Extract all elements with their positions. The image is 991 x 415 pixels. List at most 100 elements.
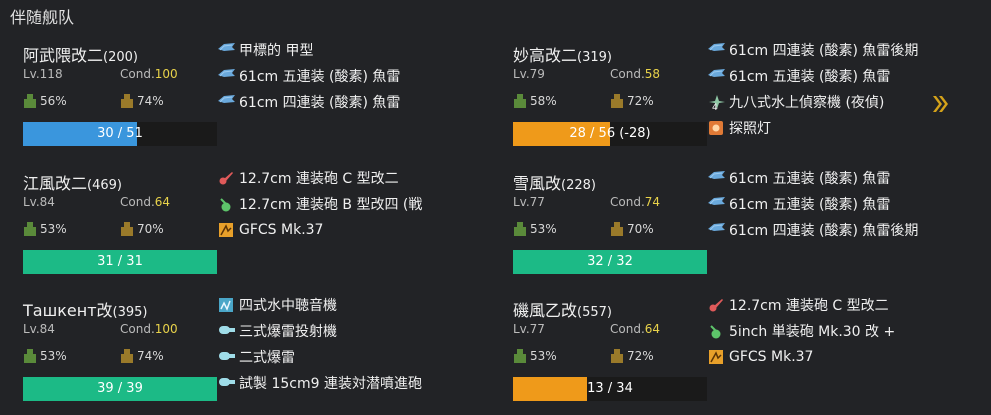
fleet-title: 伴随舰队 <box>10 8 75 27</box>
equipment-slot[interactable]: 4 九八式水上偵察機 (夜偵) <box>708 92 885 113</box>
equipment-name: 61cm 四連装 (酸素) 魚雷後期 <box>729 223 919 239</box>
fuel-icon <box>513 348 527 364</box>
equipment-slot[interactable]: 二式爆雷 <box>218 347 295 367</box>
equipment-slot[interactable]: 12.7cm 連装砲 B 型改四 (戦 <box>218 194 422 214</box>
green-gun-icon <box>218 196 236 212</box>
hp-text: 31 / 31 <box>97 254 143 269</box>
equipment-slot[interactable]: GFCS Mk.37 <box>708 347 813 367</box>
ammo-icon <box>120 221 134 237</box>
hp-text: 32 / 32 <box>587 254 633 269</box>
double-chevron-right-icon[interactable] <box>932 95 948 118</box>
torpedo-icon <box>218 94 236 110</box>
ship-id: (319) <box>577 50 612 65</box>
ship-card[interactable]: 磯風乙改(557) Lv.77 Cond.64 53% 72% 13 / 34 12.7cm… <box>500 295 980 415</box>
ship-name: 阿武隈改二(200) <box>23 46 138 65</box>
proficiency-badge: 4 <box>712 103 718 113</box>
hp-bar: 28 / 56 (-28) <box>513 122 707 146</box>
equipment-slot[interactable]: 61cm 四連装 (酸素) 魚雷後期 <box>708 220 918 240</box>
equipment-slot[interactable]: 61cm 四連装 (酸素) 魚雷後期 <box>708 40 918 60</box>
ship-condition: Cond.74 <box>610 195 661 209</box>
fuel-icon <box>23 93 37 109</box>
fuel-icon <box>513 93 527 109</box>
fuel-status: 56% <box>23 93 67 109</box>
equipment-name: 61cm 五連装 (酸素) 魚雷 <box>239 69 401 85</box>
hp-text: 13 / 34 <box>587 381 633 396</box>
ship-condition: Cond.100 <box>120 322 178 336</box>
ship-level: Lv.79 <box>513 67 545 81</box>
equipment-name: 二式爆雷 <box>239 350 295 366</box>
ship-name: 江風改二(469) <box>23 174 122 193</box>
equipment-slot[interactable]: 12.7cm 連装砲 C 型改二 <box>708 295 889 315</box>
equipment-name: 九八式水上偵察機 (夜偵) <box>729 95 885 111</box>
torpedo-icon <box>708 222 726 238</box>
ammo-status: 70% <box>120 221 164 237</box>
ship-name: 雪風改(228) <box>513 174 596 193</box>
torpedo-icon <box>708 68 726 84</box>
torpedo-icon <box>708 196 726 212</box>
ship-condition: Cond.100 <box>120 67 178 81</box>
ship-card[interactable]: 雪風改(228) Lv.77 Cond.74 53% 70% 32 / 32 61cm 五連… <box>500 168 980 288</box>
equipment-slot[interactable]: 12.7cm 連装砲 C 型改二 <box>218 168 399 188</box>
hp-text: 30 / 51 <box>97 126 143 141</box>
equipment-name: GFCS Mk.37 <box>239 222 324 238</box>
equipment-slot[interactable]: 61cm 五連装 (酸素) 魚雷 <box>708 194 890 214</box>
fuel-icon <box>513 221 527 237</box>
equipment-slot[interactable]: 5inch 単装砲 Mk.30 改 + <box>708 321 895 341</box>
ammo-status: 74% <box>120 348 164 364</box>
equipment-slot[interactable]: 61cm 五連装 (酸素) 魚雷 <box>708 168 890 188</box>
ship-card[interactable]: 妙高改二(319) Lv.79 Cond.58 58% 72% 28 / 56 (-28)… <box>500 40 980 160</box>
ship-id: (200) <box>103 50 138 65</box>
equipment-slot[interactable]: 探照灯 <box>708 118 771 138</box>
equipment-name: 三式爆雷投射機 <box>239 324 337 340</box>
depth-charge-icon <box>218 323 236 339</box>
fuel-status: 53% <box>23 221 67 237</box>
searchlight-icon <box>708 120 726 136</box>
hp-bar: 39 / 39 <box>23 377 217 401</box>
ship-id: (469) <box>87 178 122 193</box>
equipment-slot[interactable]: 61cm 五連装 (酸素) 魚雷 <box>218 66 400 86</box>
equipment-slot[interactable]: 四式水中聴音機 <box>218 295 337 315</box>
hp-bar: 30 / 51 <box>23 122 217 146</box>
ship-id: (395) <box>112 305 148 320</box>
ammo-icon <box>120 348 134 364</box>
ship-level: Lv.84 <box>23 195 55 209</box>
equipment-slot[interactable]: 甲標的 甲型 <box>218 40 313 60</box>
equipment-slot[interactable]: 61cm 五連装 (酸素) 魚雷 <box>708 66 890 86</box>
ammo-icon <box>610 93 624 109</box>
green-gun-icon <box>708 323 726 339</box>
equipment-slot[interactable]: 試製 15cm9 連装対潜噴進砲 <box>218 373 422 393</box>
hp-bar: 31 / 31 <box>23 250 217 274</box>
ship-level: Lv.77 <box>513 195 545 209</box>
ammo-status: 72% <box>610 93 654 109</box>
equipment-name: 61cm 四連装 (酸素) 魚雷 <box>239 95 401 111</box>
equipment-slot[interactable]: GFCS Mk.37 <box>218 220 323 240</box>
equipment-slot[interactable]: 61cm 四連装 (酸素) 魚雷 <box>218 92 400 112</box>
equipment-name: 甲標的 甲型 <box>239 43 314 59</box>
equipment-name: 61cm 四連装 (酸素) 魚雷後期 <box>729 43 919 59</box>
radar-icon <box>708 349 726 365</box>
ship-card[interactable]: 江風改二(469) Lv.84 Cond.64 53% 70% 31 / 31 12.7cm… <box>10 168 490 288</box>
torpedo-icon <box>708 170 726 186</box>
ammo-icon <box>610 348 624 364</box>
equipment-name: 12.7cm 連装砲 C 型改二 <box>729 298 889 314</box>
sonar-icon <box>218 297 236 313</box>
fuel-status: 53% <box>513 348 557 364</box>
ship-card[interactable]: 阿武隈改二(200) Lv.118 Cond.100 56% 74% 30 / 51 甲標的… <box>10 40 490 160</box>
ammo-status: 70% <box>610 221 654 237</box>
ship-name: 磯風乙改(557) <box>513 301 612 320</box>
ship-id: (228) <box>561 178 596 193</box>
ship-name: Ташкент改(395) <box>23 301 148 320</box>
ship-name: 妙高改二(319) <box>513 46 612 65</box>
ammo-icon <box>610 221 624 237</box>
ammo-icon <box>120 93 134 109</box>
ship-level: Lv.77 <box>513 322 545 336</box>
ship-level: Lv.118 <box>23 67 63 81</box>
ship-condition: Cond.58 <box>610 67 661 81</box>
torpedo-icon <box>218 68 236 84</box>
equipment-slot[interactable]: 三式爆雷投射機 <box>218 321 337 341</box>
ship-card[interactable]: Ташкент改(395) Lv.84 Cond.100 53% 74% 39 / 39 四… <box>10 295 490 415</box>
ammo-status: 74% <box>120 93 164 109</box>
equipment-name: 12.7cm 連装砲 C 型改二 <box>239 171 399 187</box>
red-gun-icon <box>218 170 236 186</box>
fuel-status: 53% <box>513 221 557 237</box>
